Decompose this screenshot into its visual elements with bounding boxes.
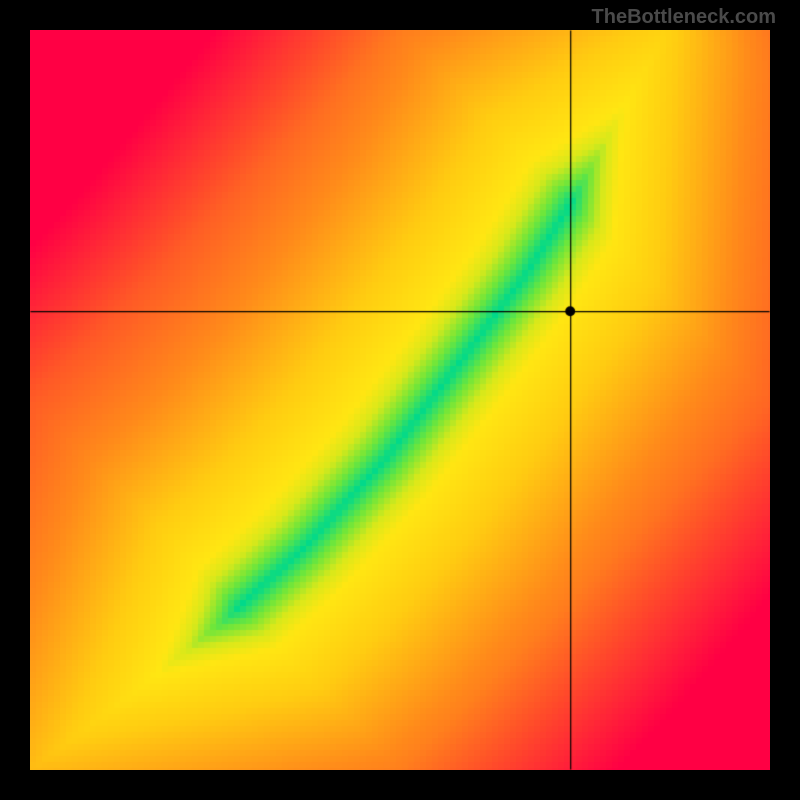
bottleneck-heatmap: [30, 30, 770, 770]
chart-container: TheBottleneck.com: [0, 0, 800, 800]
watermark-text: TheBottleneck.com: [592, 6, 776, 29]
